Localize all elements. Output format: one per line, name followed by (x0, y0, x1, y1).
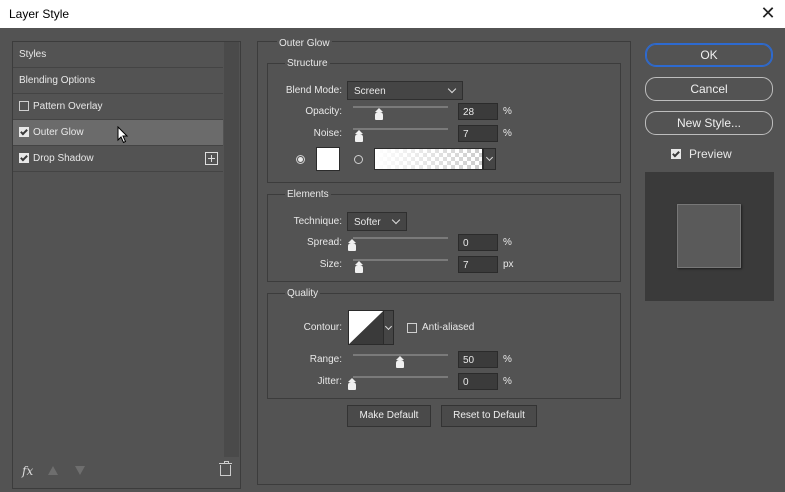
move-down-icon[interactable] (75, 466, 85, 475)
noise-unit: % (503, 128, 512, 139)
jitter-slider-track[interactable] (353, 376, 448, 378)
spread-slider-thumb[interactable] (348, 239, 356, 251)
size-input[interactable]: 7 (458, 256, 498, 273)
opacity-input[interactable]: 28 (458, 103, 498, 120)
styles-sidebar: Styles Blending Options Pattern Overlay … (12, 41, 241, 489)
sidebar-item-drop-shadow[interactable]: Drop Shadow (13, 146, 223, 172)
opacity-label: Opacity: (305, 106, 342, 117)
opacity-slider-thumb[interactable] (375, 108, 383, 120)
sidebar-item-label: Drop Shadow (33, 153, 94, 164)
move-up-icon[interactable] (48, 466, 58, 475)
range-input[interactable]: 50 (458, 351, 498, 368)
contour-dropdown[interactable] (383, 310, 394, 345)
sidebar-item-label: Styles (19, 49, 47, 60)
spread-label: Spread: (306, 237, 342, 248)
noise-slider-track[interactable] (353, 128, 448, 130)
preview-swatch (677, 204, 741, 268)
range-slider-thumb[interactable] (396, 356, 404, 368)
gradient-radio[interactable] (354, 155, 363, 164)
sidebar-item-pattern-overlay[interactable]: Pattern Overlay (13, 94, 223, 120)
spread-unit: % (503, 237, 512, 248)
fx-icon[interactable]: fx (22, 464, 33, 478)
opacity-unit: % (503, 106, 512, 117)
technique-select[interactable]: Softer (347, 212, 407, 231)
range-label: Range: (309, 354, 342, 365)
sidebar-item-blending-options[interactable]: Blending Options (13, 68, 223, 94)
sidebar-footer: fx (13, 461, 240, 486)
solid-color-radio[interactable] (296, 155, 305, 164)
chevron-down-icon (485, 153, 494, 162)
sidebar-item-styles[interactable]: Styles (13, 42, 223, 68)
pattern-overlay-checkbox[interactable] (19, 101, 29, 111)
ok-button[interactable]: OK (645, 43, 773, 67)
anti-aliased-label: Anti-aliased (422, 322, 475, 333)
technique-label: Technique: (293, 216, 342, 227)
glow-color-swatch[interactable] (316, 147, 340, 171)
blend-mode-label: Blend Mode: (285, 85, 342, 96)
make-default-button[interactable]: Make Default (347, 405, 431, 427)
mouse-cursor-icon (117, 126, 129, 144)
outer-glow-checkbox[interactable] (19, 127, 29, 137)
opacity-slider-track[interactable] (353, 106, 448, 108)
chevron-down-icon (447, 84, 457, 94)
sidebar-item-label: Outer Glow (33, 127, 84, 138)
trash-icon[interactable] (219, 461, 232, 476)
cancel-button[interactable]: Cancel (645, 77, 773, 101)
title-bar: Layer Style ✕ (0, 0, 785, 28)
sidebar-scrollbar[interactable] (224, 42, 239, 457)
drop-shadow-checkbox[interactable] (19, 153, 29, 163)
jitter-slider-thumb[interactable] (348, 378, 356, 390)
noise-slider-thumb[interactable] (355, 130, 363, 142)
preview-label: Preview (689, 147, 732, 161)
new-style-button[interactable]: New Style... (645, 111, 773, 135)
contour-preview[interactable] (348, 310, 384, 345)
window-title: Layer Style (9, 7, 70, 21)
size-slider-thumb[interactable] (355, 261, 363, 273)
jitter-input[interactable]: 0 (458, 373, 498, 390)
anti-aliased-checkbox[interactable] (407, 323, 417, 333)
size-slider-track[interactable] (353, 259, 448, 261)
size-label: Size: (319, 259, 342, 270)
contour-label: Contour: (303, 322, 342, 333)
chevron-down-icon (391, 215, 401, 225)
gradient-dropdown[interactable] (483, 148, 496, 170)
reset-to-default-button[interactable]: Reset to Default (441, 405, 537, 427)
close-icon[interactable]: ✕ (759, 3, 777, 23)
noise-input[interactable]: 7 (458, 125, 498, 142)
style-preview (645, 172, 774, 301)
contour-curve-icon (349, 311, 383, 344)
gradient-preview[interactable] (374, 148, 483, 170)
spread-slider-track[interactable] (353, 237, 448, 239)
structure-title: Structure (285, 58, 330, 69)
jitter-label: Jitter: (317, 376, 342, 387)
size-unit: px (503, 259, 514, 270)
noise-label: Noise: (313, 128, 342, 139)
add-effect-icon[interactable] (205, 152, 218, 165)
blend-mode-select[interactable]: Screen (347, 81, 463, 100)
panel-title: Outer Glow (277, 38, 332, 49)
elements-title: Elements (285, 189, 331, 200)
preview-checkbox[interactable] (671, 149, 681, 159)
quality-title: Quality (285, 288, 321, 299)
sidebar-item-label: Pattern Overlay (33, 101, 103, 112)
sidebar-item-label: Blending Options (19, 75, 96, 86)
range-unit: % (503, 354, 512, 365)
technique-value: Softer (354, 217, 381, 228)
jitter-unit: % (503, 376, 512, 387)
blend-mode-value: Screen (354, 86, 386, 97)
chevron-down-icon (384, 322, 393, 331)
spread-input[interactable]: 0 (458, 234, 498, 251)
